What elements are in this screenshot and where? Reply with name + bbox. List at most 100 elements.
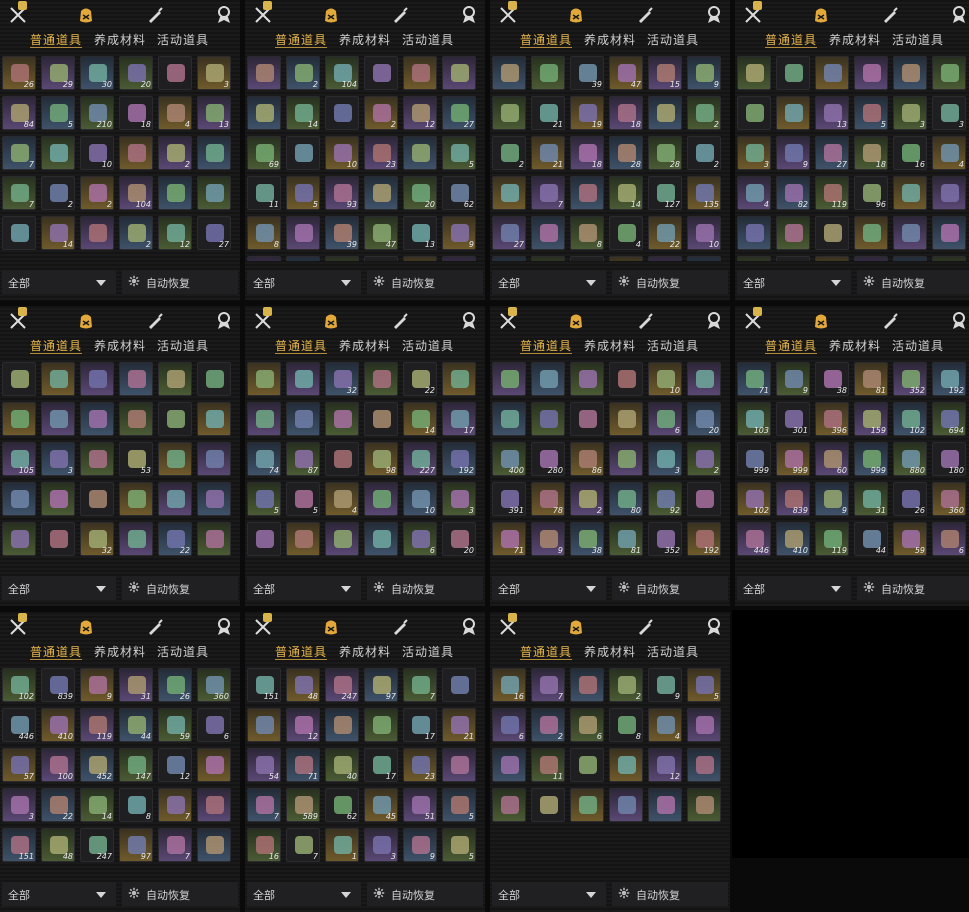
- item-slot[interactable]: 23: [364, 136, 398, 170]
- item-slot[interactable]: [687, 788, 721, 822]
- tab-2[interactable]: 养成材料: [339, 337, 391, 354]
- item-slot[interactable]: 147: [119, 748, 153, 782]
- item-slot[interactable]: [570, 402, 604, 436]
- item-slot[interactable]: 452: [80, 748, 114, 782]
- tab-3[interactable]: 活动道具: [157, 643, 209, 660]
- brush-icon[interactable]: [390, 5, 410, 25]
- item-slot[interactable]: 247: [80, 828, 114, 862]
- bag-icon[interactable]: [76, 5, 96, 25]
- item-slot[interactable]: 151: [247, 668, 281, 702]
- item-slot[interactable]: 2: [492, 136, 526, 170]
- item-slot[interactable]: 32: [80, 522, 114, 556]
- item-slot[interactable]: 192: [932, 362, 966, 396]
- item-slot[interactable]: 102: [893, 402, 927, 436]
- item-slot[interactable]: 18: [609, 96, 643, 130]
- item-slot[interactable]: 14: [403, 402, 437, 436]
- item-slot[interactable]: 2: [687, 442, 721, 476]
- item-slot[interactable]: 47: [609, 56, 643, 90]
- item-slot[interactable]: [854, 256, 888, 261]
- tab-3[interactable]: 活动道具: [402, 337, 454, 354]
- filter-dropdown[interactable]: 全部: [492, 576, 606, 600]
- item-slot[interactable]: [687, 362, 721, 396]
- item-slot[interactable]: [325, 256, 359, 261]
- item-slot[interactable]: 227: [403, 442, 437, 476]
- item-slot[interactable]: [442, 256, 476, 261]
- item-slot[interactable]: 12: [286, 708, 320, 742]
- auto-restore-button[interactable]: 自动恢复: [612, 270, 728, 294]
- badge-icon[interactable]: [459, 617, 479, 637]
- item-slot[interactable]: [158, 402, 192, 436]
- item-slot[interactable]: [197, 828, 231, 862]
- tab-2[interactable]: 养成材料: [94, 337, 146, 354]
- item-slot[interactable]: [737, 256, 771, 261]
- item-slot[interactable]: 9: [403, 828, 437, 862]
- item-slot[interactable]: 2: [570, 482, 604, 516]
- item-slot[interactable]: [570, 256, 604, 261]
- item-slot[interactable]: [737, 216, 771, 250]
- item-slot[interactable]: [197, 748, 231, 782]
- item-slot[interactable]: [531, 256, 565, 261]
- item-slot[interactable]: 13: [403, 216, 437, 250]
- item-slot[interactable]: 7: [403, 668, 437, 702]
- item-slot[interactable]: [325, 96, 359, 130]
- item-slot[interactable]: 7: [531, 668, 565, 702]
- item-slot[interactable]: 92: [648, 482, 682, 516]
- item-slot[interactable]: 17: [364, 748, 398, 782]
- tab-1[interactable]: 普通道具: [275, 31, 327, 48]
- item-slot[interactable]: 16: [492, 668, 526, 702]
- filter-dropdown[interactable]: 全部: [2, 270, 116, 294]
- item-slot[interactable]: [158, 56, 192, 90]
- item-slot[interactable]: [932, 176, 966, 210]
- item-slot[interactable]: 28: [648, 136, 682, 170]
- item-slot[interactable]: 14: [286, 96, 320, 130]
- item-slot[interactable]: 2: [41, 176, 75, 210]
- item-slot[interactable]: 1: [325, 828, 359, 862]
- brush-icon[interactable]: [880, 311, 900, 331]
- item-slot[interactable]: [648, 96, 682, 130]
- item-slot[interactable]: 71: [286, 748, 320, 782]
- item-slot[interactable]: 80: [609, 482, 643, 516]
- item-slot[interactable]: 391: [492, 482, 526, 516]
- item-slot[interactable]: 5: [442, 788, 476, 822]
- item-slot[interactable]: [119, 522, 153, 556]
- item-slot[interactable]: 210: [80, 96, 114, 130]
- tab-3[interactable]: 活动道具: [402, 31, 454, 48]
- item-slot[interactable]: 27: [492, 216, 526, 250]
- filter-dropdown[interactable]: 全部: [737, 270, 851, 294]
- item-slot[interactable]: [648, 788, 682, 822]
- item-slot[interactable]: 5: [687, 668, 721, 702]
- item-slot[interactable]: 7: [158, 828, 192, 862]
- item-slot[interactable]: 100: [41, 748, 75, 782]
- item-slot[interactable]: [364, 56, 398, 90]
- item-slot[interactable]: 9: [776, 136, 810, 170]
- item-slot[interactable]: 10: [687, 216, 721, 250]
- auto-restore-button[interactable]: 自动恢复: [122, 882, 238, 906]
- item-slot[interactable]: [158, 362, 192, 396]
- bag-icon[interactable]: [76, 617, 96, 637]
- item-slot[interactable]: 26: [158, 668, 192, 702]
- item-slot[interactable]: [893, 56, 927, 90]
- item-slot[interactable]: 6: [570, 708, 604, 742]
- item-slot[interactable]: 11: [531, 748, 565, 782]
- item-slot[interactable]: [80, 402, 114, 436]
- item-slot[interactable]: 7: [247, 788, 281, 822]
- item-slot[interactable]: [41, 522, 75, 556]
- item-slot[interactable]: 22: [403, 362, 437, 396]
- badge-icon[interactable]: [704, 311, 724, 331]
- filter-dropdown[interactable]: 全部: [247, 576, 361, 600]
- item-slot[interactable]: [197, 482, 231, 516]
- item-slot[interactable]: 81: [854, 362, 888, 396]
- item-slot[interactable]: 96: [854, 176, 888, 210]
- item-slot[interactable]: [737, 56, 771, 90]
- tab-3[interactable]: 活动道具: [402, 643, 454, 660]
- item-slot[interactable]: 54: [247, 748, 281, 782]
- item-slot[interactable]: 38: [815, 362, 849, 396]
- item-slot[interactable]: 839: [776, 482, 810, 516]
- item-slot[interactable]: 9: [531, 522, 565, 556]
- item-slot[interactable]: 51: [403, 788, 437, 822]
- item-slot[interactable]: [247, 362, 281, 396]
- item-slot[interactable]: 127: [648, 176, 682, 210]
- bag-icon[interactable]: [321, 5, 341, 25]
- item-slot[interactable]: 839: [41, 668, 75, 702]
- item-slot[interactable]: [932, 216, 966, 250]
